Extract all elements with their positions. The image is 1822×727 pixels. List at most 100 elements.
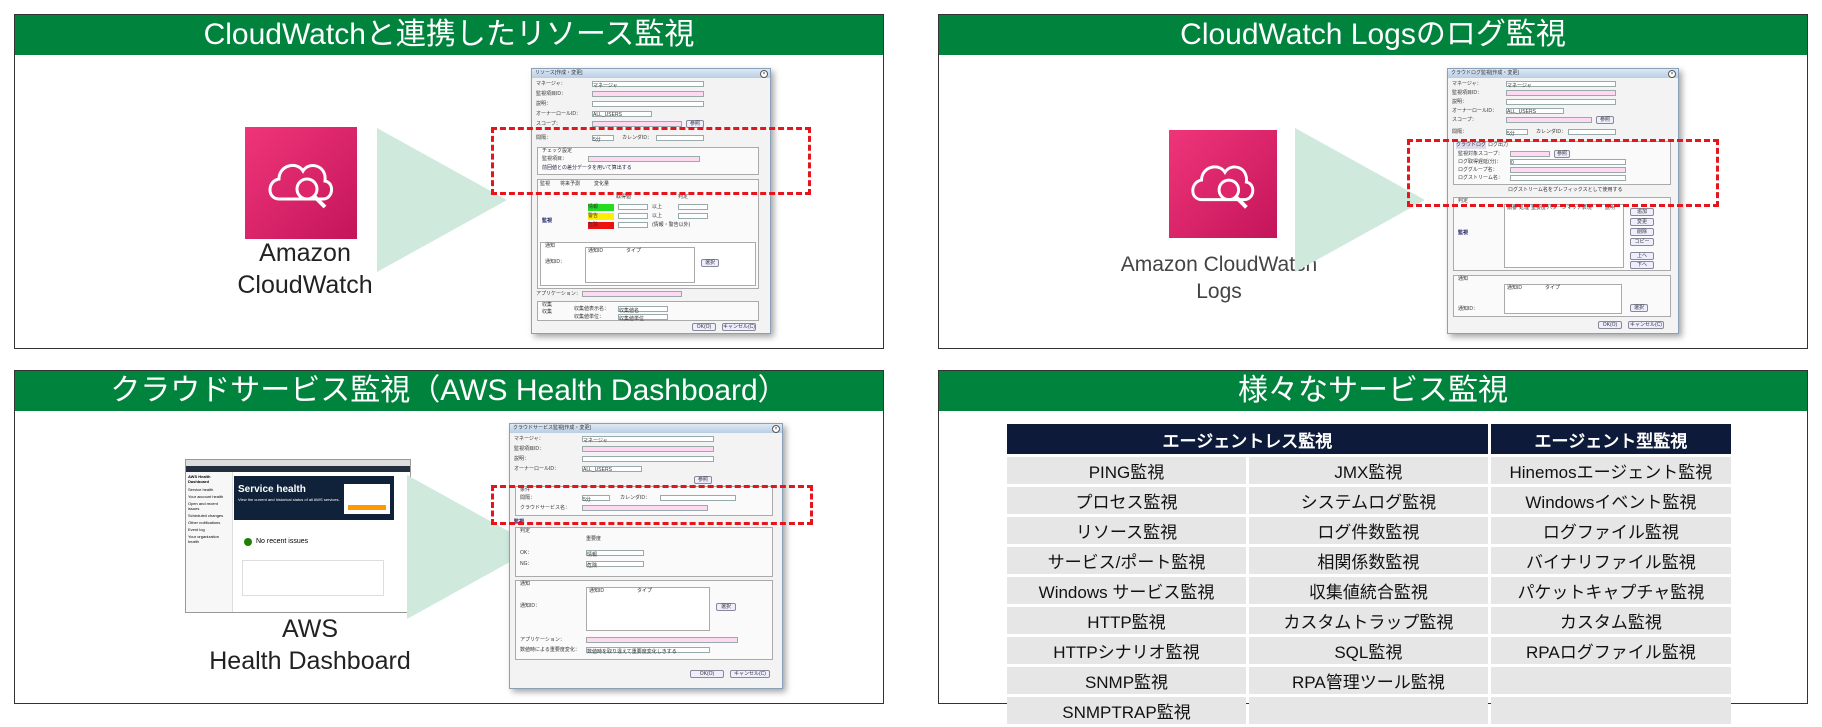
ref-button[interactable]: 参照	[694, 476, 712, 484]
add-button[interactable]: 追加	[1630, 208, 1654, 216]
cancel-button[interactable]: キャンセル(C)	[722, 323, 756, 331]
close-icon[interactable]: ×	[1668, 70, 1676, 78]
description-input[interactable]	[592, 101, 704, 107]
up-button[interactable]: 上へ	[1630, 252, 1654, 260]
cancel-button[interactable]: キャンセル(C)	[730, 670, 770, 678]
aws-sidebar-item[interactable]: Your account health	[186, 493, 232, 500]
delete-button[interactable]: 削除	[1630, 228, 1654, 236]
table-cell: リソース監視	[1007, 517, 1246, 544]
aws-orange-button[interactable]	[348, 505, 386, 510]
owner-select[interactable]: ALL_USERS	[582, 466, 642, 473]
manager-select[interactable]: マネージャ	[592, 81, 704, 89]
notify-header-type: タイプ	[1545, 285, 1561, 291]
interval-select[interactable]: 5分	[1506, 129, 1528, 137]
description-input[interactable]	[1506, 99, 1616, 105]
ok-severity-select[interactable]: 情報	[586, 550, 644, 558]
cloudwatch-icon	[245, 127, 357, 239]
manager-select[interactable]: マネージャ	[1506, 81, 1616, 89]
aws-sidebar-item[interactable]: Service health	[186, 486, 232, 493]
aws-sidebar-title: AWS Health Dashboard	[188, 474, 211, 484]
label-description: 説明：	[536, 101, 552, 107]
close-icon[interactable]: ×	[772, 425, 780, 433]
highlight-box	[491, 127, 811, 195]
label-owner: オーナーロールID：	[1452, 108, 1498, 114]
judge-group: 判定 監視 順番 処理 重要度 パターンマッチ表現 説明 追加 変更 削除 コピ…	[1453, 197, 1671, 271]
collect-unit-input[interactable]: 収集値単位	[618, 314, 668, 322]
aws-sidebar-item[interactable]: Scheduled changes	[186, 512, 232, 519]
manager-select[interactable]: マネージャ	[582, 436, 714, 444]
notify-select-button[interactable]: 選択	[716, 603, 736, 611]
judge-threshold-input[interactable]	[618, 204, 648, 210]
notify-header-type: タイプ	[626, 248, 642, 254]
panel-title: CloudWatchと連携したリソース監視	[15, 15, 883, 55]
panel-title: 様々なサービス監視	[939, 371, 1807, 411]
notify-select-button[interactable]: 選択	[701, 259, 719, 267]
notify-header-id: 通知ID	[589, 588, 605, 594]
label-owner: オーナーロールID：	[514, 466, 560, 472]
dialog-title: クラウドログ監視[作成・変更]	[1451, 70, 1519, 76]
panel-cloud-service-monitoring: クラウドサービス監視（AWS Health Dashboard） AWS Hea…	[14, 370, 884, 704]
judge-unit: (情報・警告以外)	[652, 222, 691, 228]
notify-title: 通知	[520, 581, 531, 587]
label-priority-change: 数値時による重要度変化：	[520, 647, 580, 653]
judge-threshold-input[interactable]	[618, 222, 648, 228]
down-button[interactable]: 下へ	[1630, 261, 1654, 269]
owner-select[interactable]: ALL_USERS	[592, 111, 652, 118]
table-cell: SNMPTRAP監視	[1007, 697, 1246, 724]
description-input[interactable]	[582, 456, 714, 462]
cancel-button[interactable]: キャンセル(C)	[1628, 321, 1664, 329]
judge-judge-input[interactable]	[678, 204, 708, 210]
aws-sidebar-item[interactable]: Other notifications	[186, 519, 232, 526]
table-cell: システムログ監視	[1249, 487, 1488, 514]
label-manager: マネージャ：	[1452, 81, 1482, 87]
label-application: アプリケーション：	[536, 291, 581, 297]
aws-no-issues: No recent issues	[256, 538, 309, 545]
calendar-select[interactable]	[1568, 129, 1616, 135]
close-icon[interactable]: ×	[760, 70, 768, 78]
panel-various-services: 様々なサービス監視 エージェントレス監視 エージェント型監視 PING監視 JMX…	[938, 370, 1808, 724]
application-input[interactable]	[582, 291, 682, 297]
label-owner: オーナーロールID：	[536, 111, 582, 117]
monitor-checkbox[interactable]: 監視	[542, 218, 552, 225]
collect-display-input[interactable]: 収集値名	[618, 306, 668, 314]
ok-button[interactable]: OK(O)	[1598, 321, 1622, 329]
service-monitor-table: エージェントレス監視 エージェント型監視 PING監視 JMX監視 Hinemosエ…	[1004, 421, 1734, 727]
severity-header: 重要度	[586, 536, 602, 542]
monitor-id-input[interactable]	[582, 446, 714, 452]
judge-threshold-input[interactable]	[618, 213, 648, 219]
label-notify-id: 通知ID：	[545, 259, 566, 265]
manager-value: マネージャ	[1507, 83, 1532, 89]
table-cell	[1249, 697, 1488, 724]
application-input[interactable]	[586, 637, 738, 643]
table-row: HTTP監視 カスタムトラップ監視 カスタム監視	[1007, 607, 1731, 634]
modify-button[interactable]: 変更	[1630, 218, 1654, 226]
table-cell: RPA管理ツール監視	[1249, 667, 1488, 694]
ng-severity-select[interactable]: 危険	[586, 561, 644, 569]
aws-sidebar-item[interactable]: Open and recent issues	[186, 500, 232, 512]
table-row: SNMPTRAP監視	[1007, 697, 1731, 724]
label-monitor-id: 監視項目ID：	[1452, 90, 1483, 96]
monitor-checkbox[interactable]: 監視	[1458, 230, 1468, 237]
table-cell: Hinemosエージェント監視	[1490, 457, 1731, 484]
collect-checkbox[interactable]: 収集	[542, 309, 552, 316]
judge-level: 警告	[588, 213, 614, 220]
label-application: アプリケーション：	[520, 637, 565, 643]
ok-button[interactable]: OK(O)	[692, 323, 716, 331]
scope-ref-button[interactable]: 参照	[1596, 116, 1614, 124]
owner-select[interactable]: ALL_USERS	[1506, 108, 1564, 115]
aws-sidebar-item[interactable]: Event log	[186, 526, 232, 533]
table-cell: バイナリファイル監視	[1490, 547, 1731, 574]
scope-input[interactable]	[1506, 117, 1592, 123]
judge-judge-input[interactable]	[678, 213, 708, 219]
resource-monitor-dialog: リソース[作成・変更] × マネージャ： マネージャ 監視項目ID： 説明： オー…	[531, 68, 771, 334]
table-cell: RPAログファイル監視	[1490, 637, 1731, 664]
arrow-triangle	[377, 128, 507, 272]
ok-button[interactable]: OK(O)	[690, 670, 724, 678]
priority-change-select[interactable]: 数値時を取り違えて重要度変化しきする	[586, 647, 710, 655]
monitor-id-input[interactable]	[592, 91, 704, 97]
manager-value: マネージャ	[593, 83, 618, 89]
notify-select-button[interactable]: 選択	[1630, 304, 1648, 312]
aws-sidebar-item[interactable]: Your organization health	[186, 533, 232, 545]
monitor-id-input[interactable]	[1506, 90, 1616, 96]
copy-button[interactable]: コピー	[1630, 238, 1654, 246]
